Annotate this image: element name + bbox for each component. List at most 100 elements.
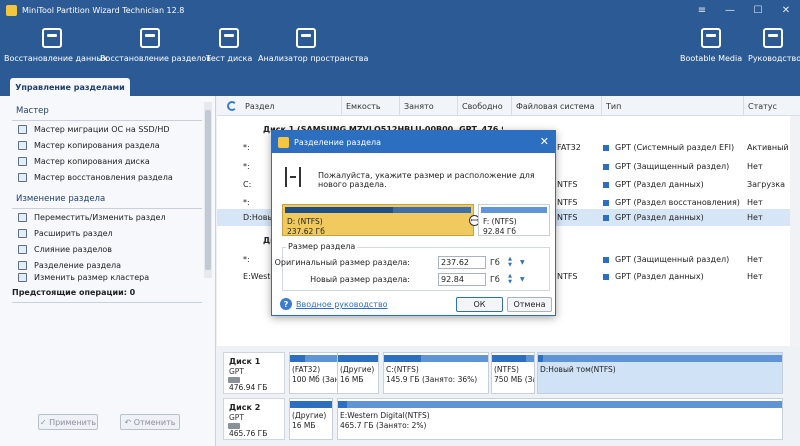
right-partition-bar[interactable]: F: (NTFS) 92.84 Гб <box>478 204 550 236</box>
dialog-title-bar: Разделение раздела ✕ <box>272 131 555 153</box>
usage-fill <box>290 355 305 362</box>
divider <box>12 208 202 209</box>
map-partition[interactable]: (NTFS) 750 МБ (Занят <box>491 352 535 394</box>
apply-button[interactable]: ✓ Применить <box>38 414 98 430</box>
scroll-thumb[interactable] <box>205 110 211 270</box>
recovery-icon <box>18 172 27 182</box>
col-type[interactable]: Тип <box>601 96 743 116</box>
sidebar-item-split[interactable]: Разделение раздела <box>18 258 121 272</box>
cluster-icon <box>18 272 27 282</box>
disk1-map-label[interactable]: Диск 1 GPT 476.94 ГБ <box>223 352 285 394</box>
chevron-down-icon[interactable]: ▼ <box>520 259 525 266</box>
ok-button[interactable]: ОК <box>456 297 503 312</box>
map-partition-selected[interactable]: D:Новый том(NTFS) <box>537 352 783 394</box>
refresh-icon[interactable] <box>227 101 237 111</box>
usage-fill <box>285 207 393 213</box>
original-size-label: Оригинальный размер раздела: <box>274 257 410 267</box>
sidebar-item-move-resize[interactable]: Переместить/Изменить раздел <box>18 210 166 224</box>
extend-icon <box>18 228 27 238</box>
sidebar-item-copy-disk[interactable]: Мастер копирования диска <box>18 154 150 168</box>
col-capacity[interactable]: Емкость <box>341 96 399 116</box>
chevron-down-icon[interactable]: ▼ <box>520 276 525 283</box>
sidebar-scrollbar[interactable] <box>204 102 212 278</box>
app-logo-icon <box>278 136 289 148</box>
new-size-row: Новый размер раздела: 92.84 Гб ▲ ▼ ▼ <box>282 272 550 286</box>
map-partition[interactable]: E:Western Digital(NTFS) 465.7 ГБ (Занято… <box>337 398 783 440</box>
help-icon[interactable]: ? <box>280 298 292 310</box>
map-partition[interactable]: (FAT32) 100 Мб (Занято <box>289 352 341 394</box>
copy-disk-icon <box>18 156 27 166</box>
usage-fill <box>290 401 332 408</box>
tab-partition-management[interactable]: Управление разделами <box>10 78 130 96</box>
resize-icon <box>18 212 27 222</box>
toolbar-space-analyzer[interactable]: Анализатор пространства <box>258 22 368 63</box>
new-size-input[interactable]: 92.84 <box>438 272 486 286</box>
toolbar-bootable-media[interactable]: Bootable Media <box>680 22 742 63</box>
col-filesystem[interactable]: Файловая система <box>511 96 601 116</box>
space-analyzer-icon <box>296 28 316 48</box>
close-icon[interactable]: ✕ <box>772 0 800 20</box>
toolbar-partition-recovery[interactable]: Восстановление разделов <box>100 22 211 63</box>
sidebar-item-extend[interactable]: Расширить раздел <box>18 226 113 240</box>
divider <box>12 302 202 303</box>
tab-strip: Управление разделами <box>0 76 800 96</box>
sidebar-item-copy-partition[interactable]: Мастер копирования раздела <box>18 138 160 152</box>
col-free[interactable]: Свободно <box>457 96 511 116</box>
usage-fill <box>538 355 543 362</box>
map-partition[interactable]: C:(NTFS) 145.9 ГБ (Занято: 36%) <box>383 352 489 394</box>
partition-type-icon <box>603 199 609 206</box>
new-size-stepper[interactable]: ▲ ▼ <box>506 273 514 286</box>
usage-fill <box>492 355 526 362</box>
map-partition[interactable]: (Другие) 16 МБ <box>337 352 379 394</box>
usage-fill <box>338 355 378 362</box>
sidebar-item-os-migration[interactable]: Мастер миграции ОС на SSD/HD <box>18 122 170 136</box>
map-partition[interactable]: (Другие) 16 МБ <box>289 398 333 440</box>
menu-icon[interactable]: ≡ <box>688 0 716 20</box>
manual-icon <box>763 28 783 48</box>
left-partition-bar[interactable]: D: (NTFS) 237.62 Гб <box>282 204 474 236</box>
main-toolbar: Восстановление данных Восстановление раз… <box>0 22 800 72</box>
migrate-icon <box>18 124 27 134</box>
dialog-close-icon[interactable]: ✕ <box>540 135 549 148</box>
table-header: Раздел Емкость Занято Свободно Файловая … <box>217 96 800 116</box>
partition-type-icon <box>603 214 609 221</box>
original-size-input[interactable]: 237.62 <box>438 255 486 269</box>
tutorial-link[interactable]: Вводное руководство <box>296 300 388 309</box>
toolbar-data-recovery[interactable]: Восстановление данных <box>4 22 107 63</box>
split-icon <box>18 260 27 270</box>
toolbar-disk-test[interactable]: Тест диска <box>206 22 252 63</box>
copy-partition-icon <box>18 140 27 150</box>
col-status[interactable]: Статус <box>743 96 800 116</box>
title-bar: MiniTool Partition Wizard Technician 12.… <box>0 0 800 20</box>
window-controls: ≡ — ☐ ✕ <box>688 0 800 20</box>
pending-operations: Предстоящие операции: 0 <box>12 288 136 297</box>
col-used[interactable]: Занято <box>399 96 457 116</box>
partition-type-icon <box>603 256 609 263</box>
dialog-title: Разделение раздела <box>294 137 382 147</box>
sidebar-section-change: Изменение раздела <box>16 194 106 204</box>
new-size-label: Новый размер раздела: <box>310 274 410 284</box>
sidebar: Мастер Мастер миграции ОС на SSD/HD Маст… <box>0 96 216 446</box>
original-size-unit: Гб <box>490 257 500 267</box>
split-partition-icon <box>282 167 304 187</box>
sidebar-item-partition-recovery[interactable]: Мастер восстановления раздела <box>18 170 173 184</box>
table-scrollbar[interactable] <box>790 116 800 346</box>
original-size-stepper[interactable]: ▲ ▼ <box>506 256 514 269</box>
minimize-icon[interactable]: — <box>716 0 744 20</box>
divider <box>12 120 202 121</box>
toolbar-manual[interactable]: Руководство <box>748 22 800 63</box>
disk2-map-label[interactable]: Диск 2 GPT 465.76 ГБ <box>223 398 285 440</box>
cancel-button[interactable]: Отмена <box>507 297 552 312</box>
app-header: MiniTool Partition Wizard Technician 12.… <box>0 0 800 76</box>
sidebar-item-cluster-size[interactable]: Изменить размер кластера <box>18 272 149 282</box>
maximize-icon[interactable]: ☐ <box>744 0 772 20</box>
usage-fill <box>338 401 347 408</box>
original-size-row: Оригинальный размер раздела: 237.62 Гб ▲… <box>275 255 550 269</box>
size-group-title: Размер раздела <box>286 242 358 251</box>
disk-map: Диск 1 GPT 476.94 ГБ (FAT32) 100 Мб (Зан… <box>217 348 800 446</box>
usage-fill <box>384 355 422 362</box>
sidebar-item-merge[interactable]: Слияние разделов <box>18 242 112 256</box>
undo-button[interactable]: ↶ Отменить <box>120 414 180 430</box>
col-partition[interactable]: Раздел <box>241 96 341 116</box>
merge-icon <box>18 244 27 254</box>
